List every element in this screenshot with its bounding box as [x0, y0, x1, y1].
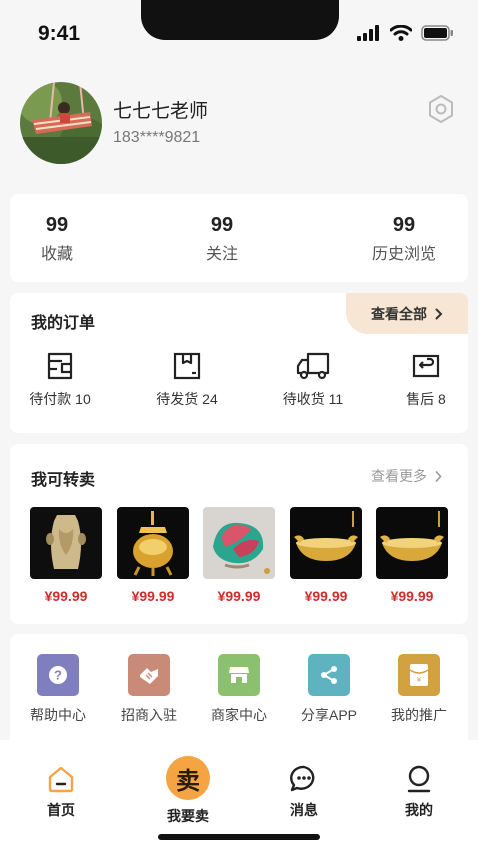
notch [141, 0, 339, 40]
product-price: ¥99.99 [131, 588, 175, 604]
product-image [376, 507, 448, 579]
avatar[interactable] [20, 82, 102, 164]
see-more-label: 查看更多 [371, 468, 427, 484]
product-image [30, 507, 102, 579]
tool-help-center[interactable]: ? 帮助中心 [18, 654, 98, 725]
order-label: 待收货 11 [282, 391, 344, 407]
chevron-right-icon [435, 470, 442, 482]
tab-label: 首页 [47, 802, 75, 818]
tool-label: 我的推广 [391, 707, 447, 723]
svg-text:¥: ¥ [417, 676, 422, 684]
stat-label: 历史浏览 [371, 246, 436, 263]
product-card[interactable]: ¥99.99 [290, 507, 362, 604]
tab-label: 我的 [405, 802, 433, 818]
status-time: 9:41 [38, 22, 81, 45]
order-pending-shipment[interactable]: 待发货 24 [137, 351, 237, 409]
tab-home[interactable]: 首页 [21, 764, 101, 820]
tool-merchant-join[interactable]: 招商入驻 [109, 654, 189, 725]
stat-history[interactable]: 99 历史浏览 [354, 214, 454, 264]
stat-favorites[interactable]: 99 收藏 [7, 214, 107, 264]
order-label: 待发货 24 [156, 391, 218, 407]
wifi-icon [390, 25, 412, 41]
product-card[interactable]: ¥99.99 [30, 507, 102, 604]
product-image [203, 507, 275, 579]
stat-value: 99 [210, 214, 234, 236]
user-name: 七七七老师 [113, 101, 209, 122]
order-label: 售后 8 [406, 391, 446, 407]
see-more-button[interactable]: 查看更多 [371, 466, 442, 486]
handshake-icon [128, 654, 170, 696]
red-envelope-icon: ¥ [398, 654, 440, 696]
stat-label: 收藏 [40, 246, 73, 263]
status-bar: 9:41 [0, 0, 478, 64]
user-phone: 183****9821 [113, 129, 201, 146]
tool-label: 帮助中心 [30, 707, 86, 723]
chat-icon [290, 765, 315, 792]
stat-label: 关注 [205, 246, 238, 263]
stat-following[interactable]: 99 关注 [172, 214, 272, 264]
resell-title: 我可转卖 [31, 472, 96, 489]
tab-label: 消息 [290, 802, 318, 818]
signal-icon [357, 25, 379, 41]
product-card[interactable]: ¥99.99 [376, 507, 448, 604]
truck-icon [296, 352, 330, 380]
orders-title: 我的订单 [31, 315, 96, 332]
product-card[interactable]: ¥99.99 [117, 507, 189, 604]
tab-label: 我要卖 [167, 808, 209, 824]
stats-card: 99 收藏 99 关注 99 历史浏览 [10, 194, 468, 282]
return-icon [412, 354, 440, 378]
share-icon [308, 654, 350, 696]
package-icon [173, 352, 201, 380]
view-all-orders-button[interactable]: 查看全部 [346, 293, 468, 334]
product-image [290, 507, 362, 579]
resell-card: 我可转卖 查看更多 ¥99.99 ¥99.99 ¥99.99 ¥99.99 ¥9… [10, 444, 468, 624]
product-image [117, 507, 189, 579]
tab-mine[interactable]: 我的 [379, 764, 459, 820]
tools-card: ? 帮助中心 招商入驻 商家中心 分享APP ¥ 我的推广 [10, 634, 468, 744]
view-all-label: 查看全部 [371, 305, 427, 322]
home-indicator [158, 834, 320, 840]
tool-label: 商家中心 [211, 707, 267, 723]
help-icon: ? [37, 654, 79, 696]
order-pending-payment[interactable]: 待付款 10 [10, 351, 110, 409]
tool-label: 招商入驻 [121, 707, 177, 723]
home-icon [48, 766, 74, 793]
order-after-sales[interactable]: 售后 8 [376, 351, 476, 409]
wallet-icon [47, 352, 73, 380]
stat-value: 99 [45, 214, 69, 236]
svg-text:?: ? [54, 668, 62, 683]
tool-my-promotion[interactable]: ¥ 我的推广 [379, 654, 459, 725]
order-pending-receipt[interactable]: 待收货 11 [263, 351, 363, 409]
product-price: ¥99.99 [217, 588, 261, 604]
tool-share-app[interactable]: 分享APP [289, 654, 369, 725]
tab-sell[interactable]: 卖 我要卖 [148, 756, 228, 826]
sell-icon: 卖 [166, 756, 210, 800]
orders-card: 我的订单 查看全部 待付款 10 待发货 24 待收货 11 售后 8 [10, 293, 468, 433]
product-card[interactable]: ¥99.99 [203, 507, 275, 604]
person-icon [407, 765, 431, 793]
profile-header[interactable]: 七七七老师 183****9821 [20, 82, 460, 166]
chevron-right-icon [435, 308, 443, 319]
battery-icon [421, 25, 453, 41]
order-label: 待付款 10 [29, 391, 91, 407]
product-price: ¥99.99 [304, 588, 348, 604]
product-price: ¥99.99 [44, 588, 88, 604]
settings-button[interactable] [426, 94, 456, 124]
tool-label: 分享APP [300, 707, 357, 723]
stat-value: 99 [392, 214, 416, 236]
status-icons [357, 25, 454, 41]
tool-merchant-center[interactable]: 商家中心 [199, 654, 279, 725]
tab-messages[interactable]: 消息 [264, 764, 344, 820]
store-icon [218, 654, 260, 696]
hexagon-settings-icon [429, 95, 453, 123]
product-price: ¥99.99 [390, 588, 434, 604]
